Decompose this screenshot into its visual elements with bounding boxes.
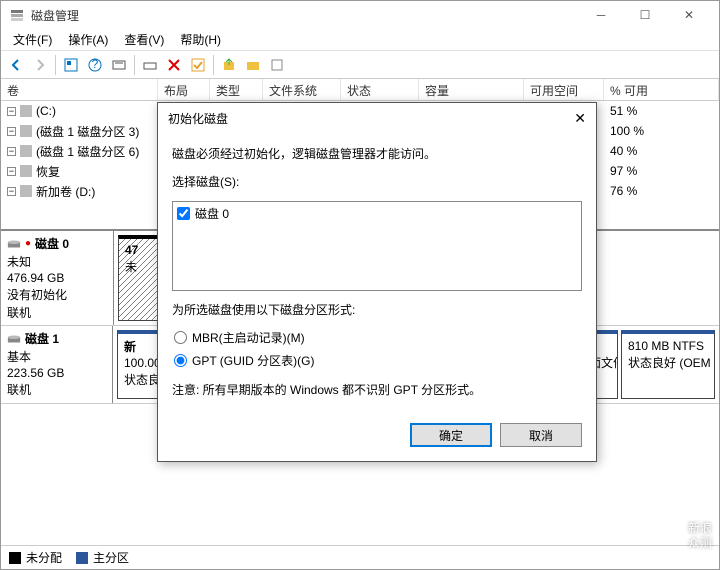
disk-checkbox-row[interactable]: 磁盘 0: [175, 204, 579, 223]
volume-icon: [20, 125, 32, 137]
app-icon: [9, 7, 25, 23]
partition-style-label: 为所选磁盘使用以下磁盘分区形式:: [172, 301, 582, 319]
toolbar-icon-1[interactable]: [60, 54, 82, 76]
volume-icon: [20, 165, 32, 177]
menu-view[interactable]: 查看(V): [116, 29, 172, 50]
col-pct[interactable]: % 可用: [604, 79, 719, 100]
folder-icon[interactable]: [242, 54, 264, 76]
delete-icon[interactable]: [163, 54, 185, 76]
help-icon[interactable]: ?: [84, 54, 106, 76]
col-status[interactable]: 状态: [341, 79, 419, 100]
titlebar: 磁盘管理 ─ ☐ ✕: [1, 1, 719, 29]
forward-button[interactable]: [29, 54, 51, 76]
expand-icon[interactable]: −: [7, 107, 16, 116]
disk-icon: [7, 237, 21, 251]
dialog-note: 注意: 所有早期版本的 Windows 都不识别 GPT 分区形式。: [172, 381, 582, 399]
maximize-button[interactable]: ☐: [623, 1, 667, 29]
menu-action[interactable]: 操作(A): [60, 29, 116, 50]
col-fs[interactable]: 文件系统: [263, 79, 341, 100]
legend: 未分配 主分区: [1, 545, 719, 569]
legend-primary: 主分区: [76, 549, 129, 566]
partition[interactable]: 810 MB NTFS状态良好 (OEM: [621, 330, 715, 399]
table-header: 卷 布局 类型 文件系统 状态 容量 可用空间 % 可用: [1, 79, 719, 101]
volume-icon: [20, 185, 32, 197]
disk-icon: [7, 332, 21, 346]
select-disk-label: 选择磁盘(S):: [172, 173, 582, 191]
col-free[interactable]: 可用空间: [524, 79, 604, 100]
warning-icon: ●: [25, 238, 31, 249]
toolbar: ?: [1, 51, 719, 79]
minimize-button[interactable]: ─: [579, 1, 623, 29]
window-title: 磁盘管理: [31, 7, 579, 24]
dialog-title: 初始化磁盘: [168, 110, 556, 127]
initialize-disk-dialog: 初始化磁盘 ✕ 磁盘必须经过初始化，逻辑磁盘管理器才能访问。 选择磁盘(S): …: [157, 102, 597, 462]
expand-icon[interactable]: −: [7, 167, 16, 176]
gpt-radio[interactable]: [174, 354, 187, 367]
dialog-titlebar: 初始化磁盘 ✕: [158, 103, 596, 133]
menu-help[interactable]: 帮助(H): [172, 29, 229, 50]
back-button[interactable]: [5, 54, 27, 76]
dialog-intro: 磁盘必须经过初始化，逻辑磁盘管理器才能访问。: [172, 145, 582, 163]
mbr-radio-row[interactable]: MBR(主启动记录)(M): [174, 329, 582, 346]
ok-button[interactable]: 确定: [410, 423, 492, 447]
close-button[interactable]: ✕: [667, 1, 711, 29]
toolbar-icon-3[interactable]: [139, 54, 161, 76]
expand-icon[interactable]: −: [7, 127, 16, 136]
disk-info[interactable]: ●磁盘 0未知476.94 GB没有初始化联机: [1, 231, 114, 325]
col-capacity[interactable]: 容量: [419, 79, 524, 100]
cancel-button[interactable]: 取消: [500, 423, 582, 447]
dialog-close-button[interactable]: ✕: [556, 110, 586, 127]
disk-0-checkbox[interactable]: [177, 207, 190, 220]
gpt-radio-row[interactable]: GPT (GUID 分区表)(G): [174, 352, 582, 369]
disk-select-list[interactable]: 磁盘 0: [172, 201, 582, 291]
col-type[interactable]: 类型: [210, 79, 263, 100]
volume-icon: [20, 105, 32, 117]
legend-unallocated: 未分配: [9, 549, 62, 566]
toolbar-icon-5[interactable]: [266, 54, 288, 76]
disk-info[interactable]: 磁盘 1基本223.56 GB联机: [1, 326, 113, 403]
col-layout[interactable]: 布局: [158, 79, 210, 100]
svg-text:?: ?: [92, 57, 99, 71]
expand-icon[interactable]: −: [7, 147, 16, 156]
expand-icon[interactable]: −: [7, 187, 16, 196]
toolbar-icon-2[interactable]: [108, 54, 130, 76]
col-volume[interactable]: 卷: [1, 79, 158, 100]
mbr-radio[interactable]: [174, 331, 187, 344]
menubar: 文件(F) 操作(A) 查看(V) 帮助(H): [1, 29, 719, 51]
check-icon[interactable]: [187, 54, 209, 76]
menu-file[interactable]: 文件(F): [5, 29, 60, 50]
toolbar-icon-4[interactable]: [218, 54, 240, 76]
volume-icon: [20, 145, 32, 157]
